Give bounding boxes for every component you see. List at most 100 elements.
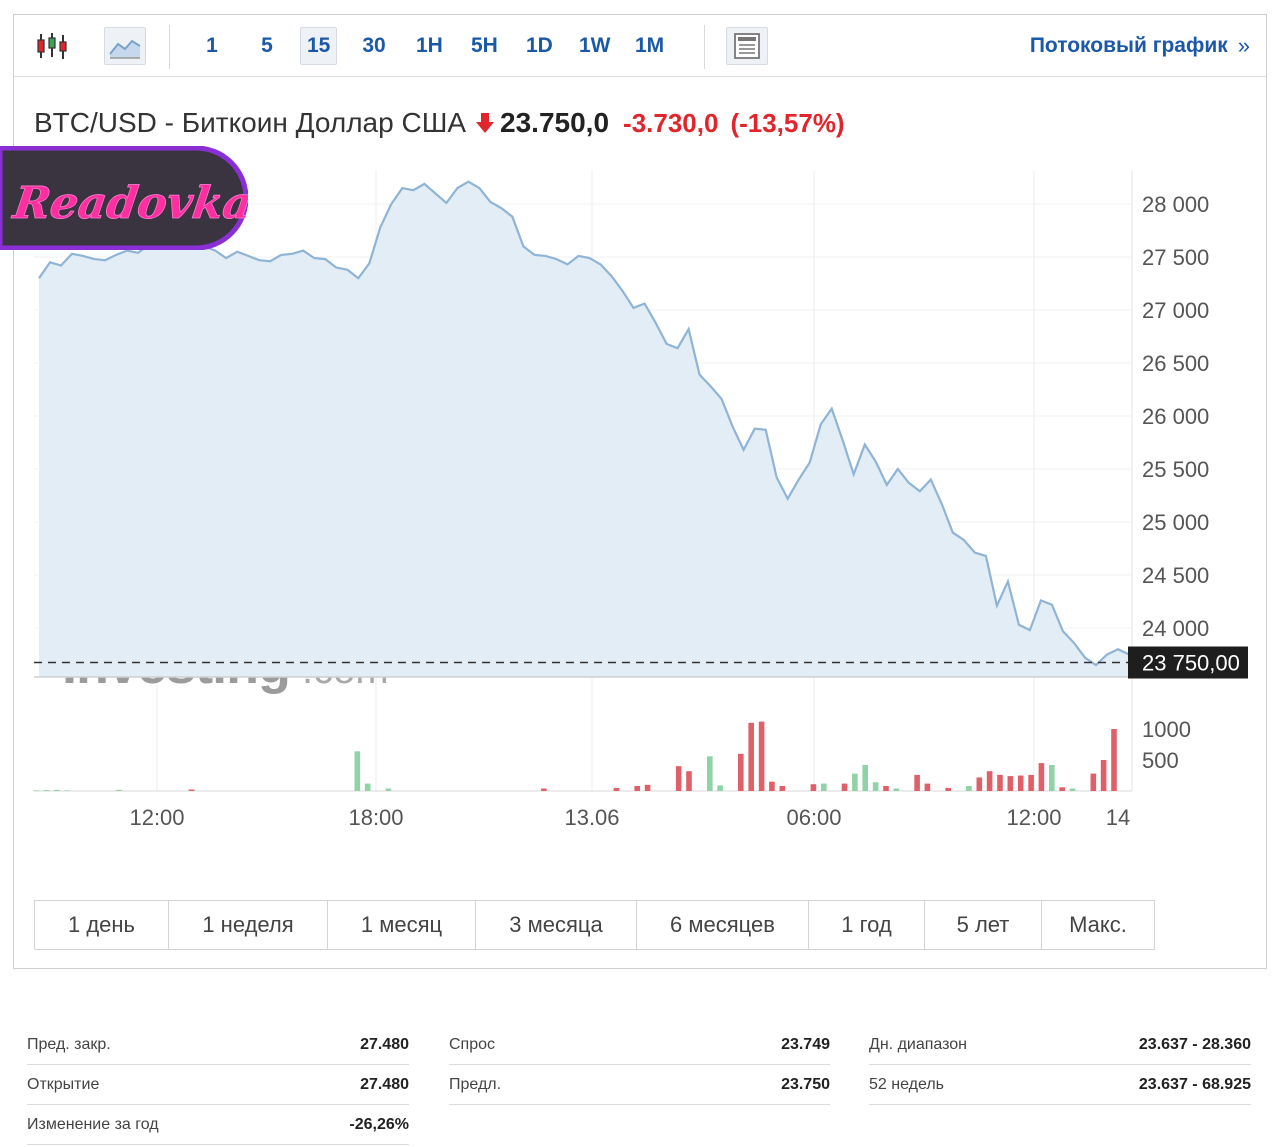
x-tick-label: 13.06 — [564, 805, 619, 830]
volume-bar — [883, 786, 889, 791]
x-tick-label: 12:00 — [1006, 805, 1061, 830]
volume-bar — [717, 785, 723, 791]
x-tick-label: 14 — [1106, 805, 1130, 830]
volume-bar — [758, 721, 765, 791]
volume-bar — [364, 783, 371, 791]
x-tick-label: 06:00 — [786, 805, 841, 830]
stat-year-change: Изменение за год -26,26% — [27, 1105, 409, 1145]
volume-bar — [385, 788, 392, 791]
stat-label: 52 недель — [869, 1075, 944, 1093]
volume-bar — [1028, 774, 1034, 791]
current-price-badge: 23 750,00 — [1128, 646, 1248, 679]
range-3-months[interactable]: 3 месяца — [476, 901, 637, 949]
volume-bar — [872, 782, 879, 791]
stat-label: Предл. — [449, 1075, 502, 1093]
stat-value: 27.480 — [360, 1075, 409, 1093]
stat-label: Пред. закр. — [27, 1035, 111, 1053]
volume-bar — [675, 766, 682, 791]
range-6-months[interactable]: 6 месяцев — [637, 901, 809, 949]
range-max[interactable]: Макс. — [1042, 901, 1154, 949]
stat-bid: Спрос 23.749 — [449, 1025, 830, 1065]
volume-bar — [976, 777, 983, 791]
y-tick-label: 24 500 — [1142, 563, 1209, 588]
stat-52-week-range: 52 недель 23.637 - 68.925 — [869, 1065, 1251, 1105]
volume-bar — [1017, 775, 1024, 791]
y-tick-label: 25 000 — [1142, 510, 1209, 535]
y-tick-label: 28 000 — [1142, 192, 1209, 217]
volume-bars — [33, 721, 1132, 792]
y-tick-label: 26 500 — [1142, 351, 1209, 376]
stat-value: 23.750 — [781, 1075, 830, 1093]
y-tick-label: 24 000 — [1142, 616, 1209, 641]
stat-label: Открытие — [27, 1075, 100, 1093]
range-1-week[interactable]: 1 неделя — [169, 901, 328, 949]
volume-bar — [116, 789, 122, 791]
stat-day-range: Дн. диапазон 23.637 - 28.360 — [869, 1025, 1251, 1065]
volume-bar — [33, 790, 39, 791]
volume-bar — [1049, 765, 1055, 791]
volume-bar — [841, 783, 848, 791]
volume-bar — [1059, 787, 1065, 791]
volume-axis: 1000 500 — [1142, 717, 1191, 773]
volume-bar — [810, 784, 817, 791]
volume-bar — [613, 787, 620, 791]
volume-bar — [738, 753, 744, 791]
volume-bar — [821, 783, 827, 791]
volume-bar — [852, 773, 858, 791]
volume-bar — [966, 786, 972, 791]
volume-bar — [707, 756, 713, 791]
volume-bar — [748, 722, 754, 791]
stat-label: Дн. диапазон — [869, 1035, 968, 1053]
stat-value: 23.637 - 28.360 — [1138, 1035, 1251, 1053]
stat-open: Открытие 27.480 — [27, 1065, 409, 1105]
x-tick-label: 18:00 — [348, 805, 403, 830]
stat-label: Спрос — [449, 1035, 496, 1053]
volume-bar — [945, 787, 951, 791]
range-5-years[interactable]: 5 лет — [925, 901, 1042, 949]
volume-bar — [1038, 763, 1045, 791]
volume-tick-label: 1000 — [1142, 717, 1191, 742]
volume-bar — [862, 765, 868, 791]
range-1-month[interactable]: 1 месяц — [328, 901, 476, 949]
stat-label: Изменение за год — [27, 1115, 159, 1133]
y-tick-label: 27 000 — [1142, 298, 1209, 323]
volume-bar — [1090, 773, 1097, 791]
range-selector: 1 день 1 неделя 1 месяц 3 месяца 6 месяц… — [34, 900, 1155, 950]
y-axis: 28 000 27 500 27 000 26 500 26 000 25 500 25 0… — [1142, 192, 1209, 641]
volume-bar — [986, 771, 993, 791]
volume-bar — [354, 751, 361, 791]
volume-bar — [64, 790, 70, 791]
range-1-day[interactable]: 1 день — [35, 901, 169, 949]
volume-tick-label: 500 — [1142, 748, 1179, 773]
price-chart[interactable]: Investing .com 28 00027 50027 00026 5002… — [14, 15, 1266, 875]
svg-text:Readovka: Readovka — [8, 177, 248, 229]
volume-bar — [1007, 776, 1014, 791]
volume-bar — [769, 781, 775, 791]
volume-bar — [997, 774, 1003, 791]
volume-bar — [686, 771, 692, 791]
volume-bar — [541, 788, 547, 791]
stat-value: 23.637 - 68.925 — [1138, 1075, 1251, 1093]
volume-bar — [1069, 788, 1076, 791]
volume-bar — [893, 788, 900, 791]
volume-bar — [779, 786, 786, 791]
volume-bar — [1100, 760, 1107, 791]
y-tick-label: 27 500 — [1142, 245, 1209, 270]
y-tick-label: 26 000 — [1142, 404, 1209, 429]
stat-value: 27.480 — [360, 1035, 409, 1053]
range-1-year[interactable]: 1 год — [809, 901, 925, 949]
current-price-label: 23 750,00 — [1142, 651, 1240, 676]
volume-bar — [644, 784, 651, 791]
stat-ask: Предл. 23.750 — [449, 1065, 830, 1105]
x-axis: 12:00 18:00 13.06 06:00 12:00 14 — [129, 805, 1130, 830]
stat-value: -26,26% — [349, 1115, 409, 1133]
volume-bar — [53, 789, 60, 791]
stat-value: 23.749 — [781, 1035, 830, 1053]
y-tick-label: 25 500 — [1142, 457, 1209, 482]
volume-bar — [924, 783, 931, 791]
readovka-logo: Readovka — [0, 146, 248, 250]
x-tick-label: 12:00 — [129, 805, 184, 830]
volume-bar — [634, 786, 640, 791]
volume-bar — [43, 790, 50, 791]
volume-bar — [188, 789, 195, 791]
